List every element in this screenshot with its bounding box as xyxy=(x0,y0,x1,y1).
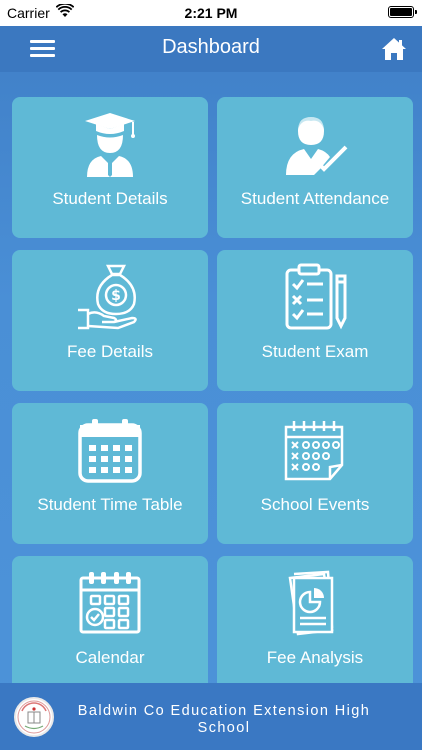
calendar-check-icon xyxy=(79,572,141,634)
exam-clipboard-icon xyxy=(285,263,347,330)
fee-analysis-tile[interactable]: Fee Analysis xyxy=(217,556,413,697)
money-bag-icon: $ xyxy=(78,264,137,330)
battery-icon xyxy=(388,6,417,18)
events-calendar-icon xyxy=(284,421,344,481)
graduate-icon xyxy=(85,113,135,177)
school-events-tile[interactable]: School Events xyxy=(217,403,413,544)
student-exam-tile[interactable]: Student Exam xyxy=(217,250,413,391)
navbar: Dashboard xyxy=(0,26,422,72)
footer: Baldwin Co Education Extension High Scho… xyxy=(0,683,422,750)
status-bar: Carrier 2:21 PM xyxy=(0,0,422,26)
page-title: Dashboard xyxy=(162,36,260,58)
tile-label: Student Time Table xyxy=(37,495,183,514)
home-icon[interactable] xyxy=(380,36,408,62)
student-attendance-tile[interactable]: Student Attendance xyxy=(217,97,413,238)
status-time: 2:21 PM xyxy=(184,5,238,21)
attendance-icon xyxy=(286,115,348,175)
tile-label: Fee Analysis xyxy=(266,648,364,667)
school-seal-icon xyxy=(17,700,51,734)
svg-text:$: $ xyxy=(111,288,121,304)
calendar-grid-icon xyxy=(78,419,142,483)
tile-label: School Events xyxy=(260,495,370,514)
calendar-tile[interactable]: Calendar xyxy=(12,556,208,697)
student-details-tile[interactable]: Student Details xyxy=(12,97,208,238)
student-time-table-tile[interactable]: Student Time Table xyxy=(12,403,208,544)
tile-label: Student Exam xyxy=(261,342,369,361)
school-name: Baldwin Co Education Extension High Scho… xyxy=(77,703,371,736)
school-logo xyxy=(14,697,54,737)
report-chart-icon xyxy=(288,570,334,636)
tile-label: Student Attendance xyxy=(240,189,390,208)
tile-label: Fee Details xyxy=(67,342,153,361)
tile-label: Calendar xyxy=(75,648,145,667)
tile-label: Student Details xyxy=(52,189,168,208)
fee-details-tile[interactable]: $ Fee Details xyxy=(12,250,208,391)
